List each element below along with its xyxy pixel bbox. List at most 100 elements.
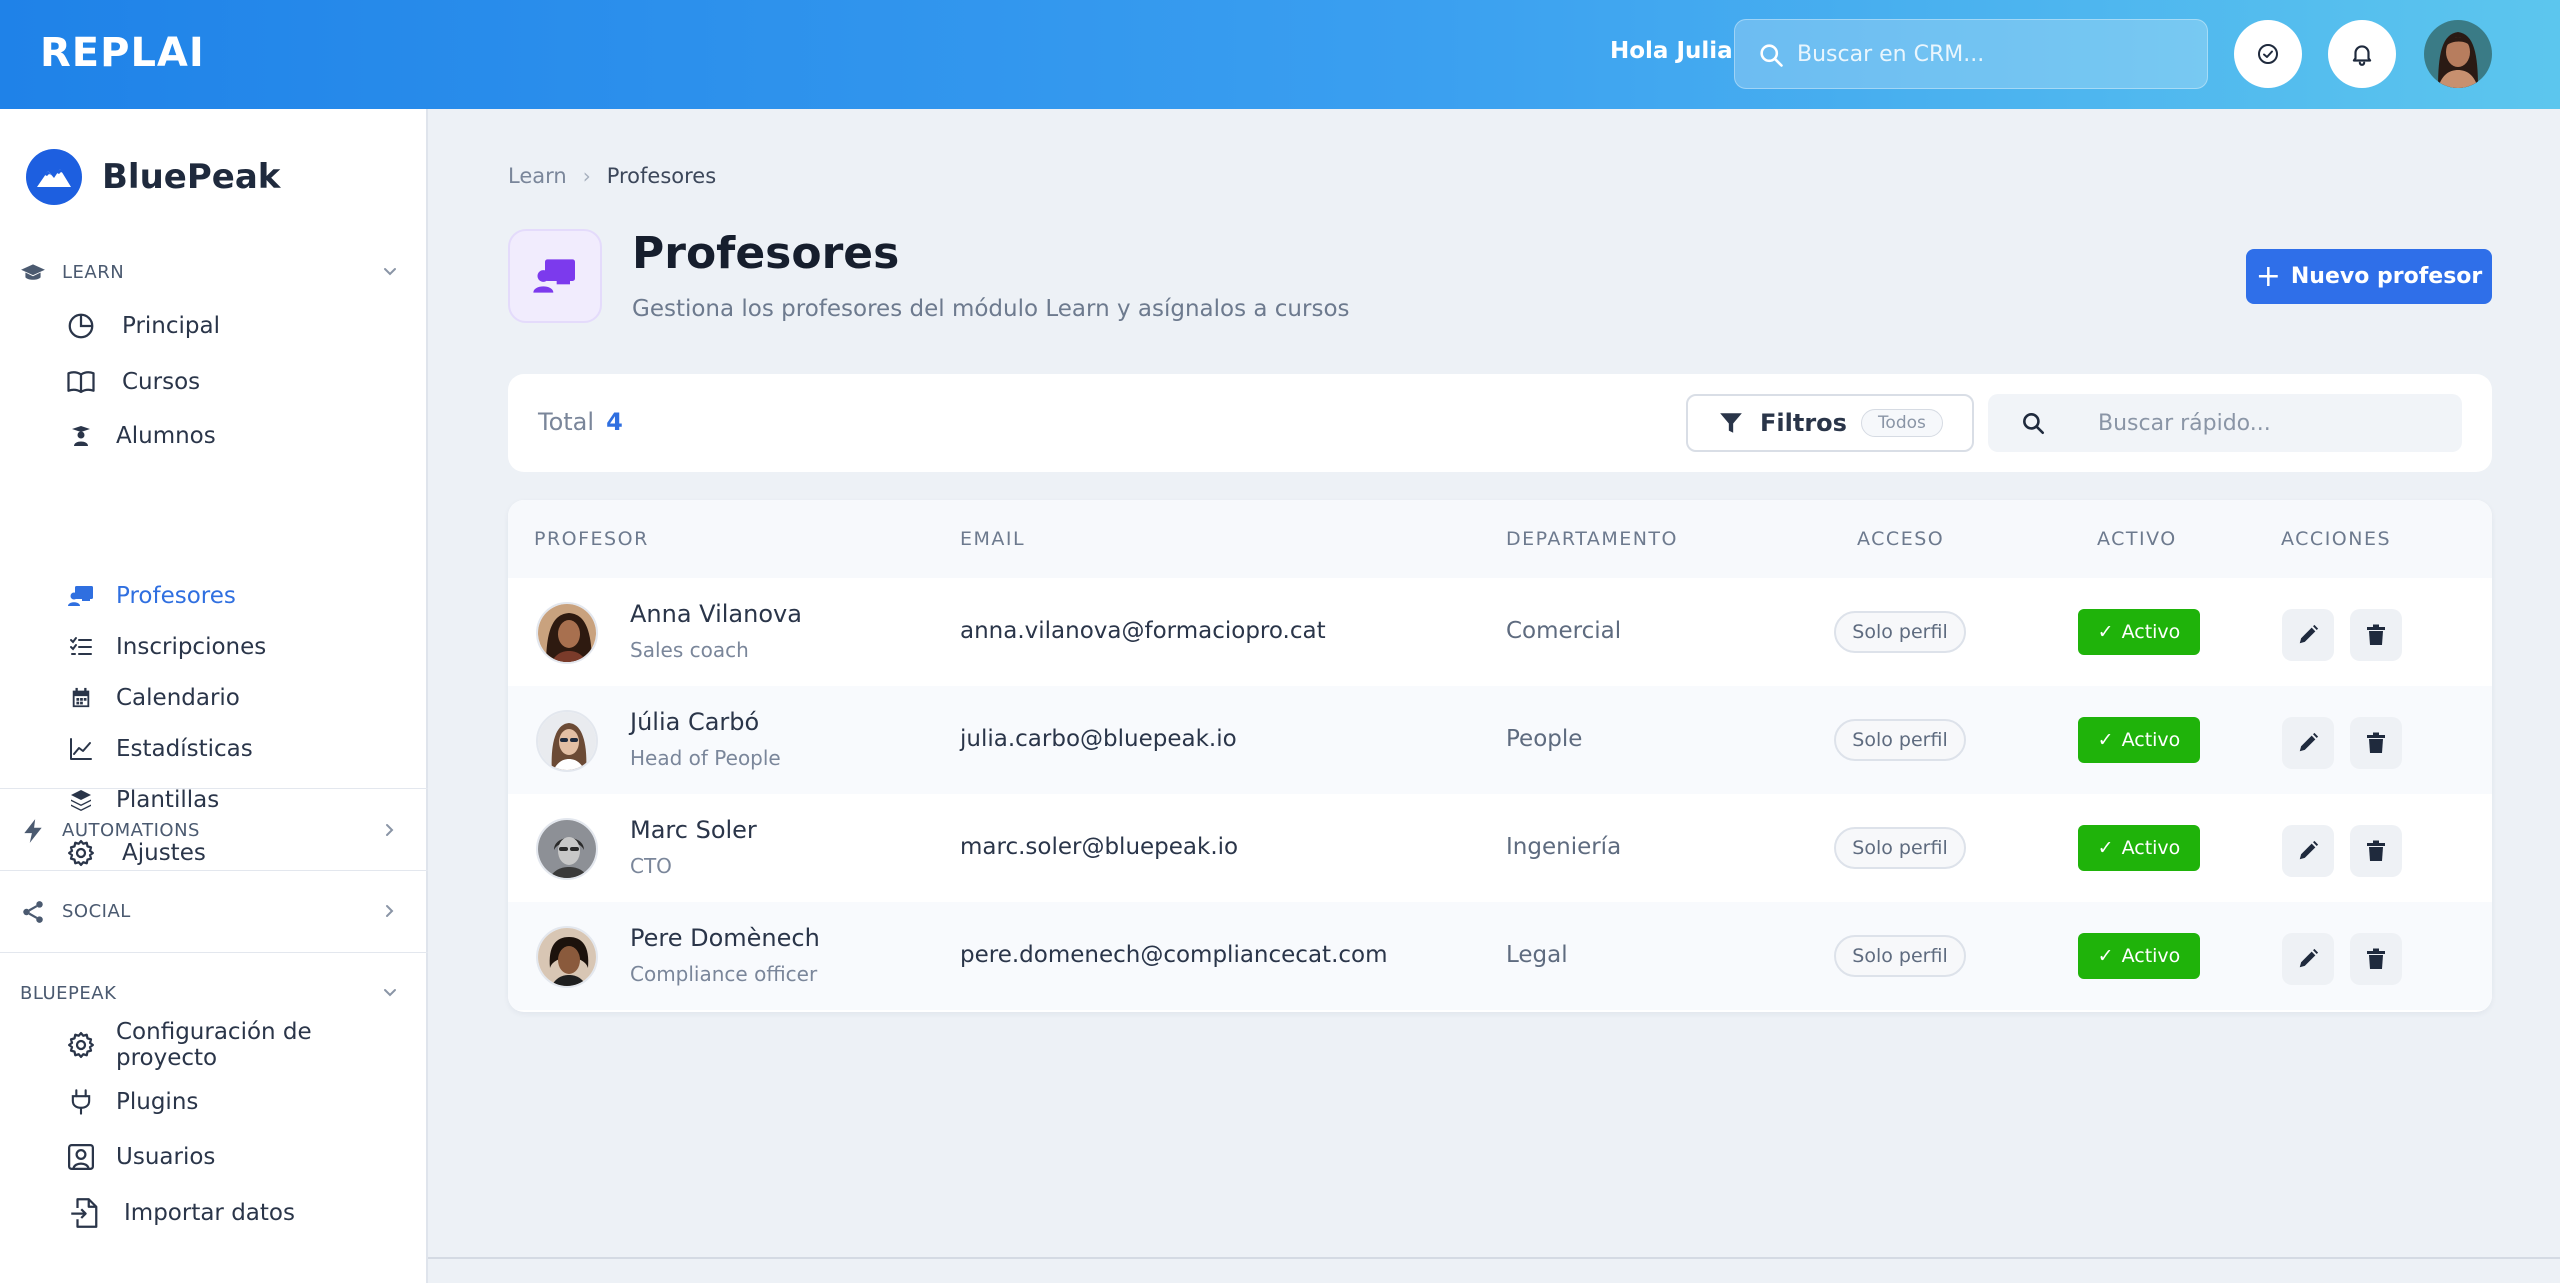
column-header-acceso[interactable]: ACCESO [1857,528,1944,550]
table-row[interactable]: Marc Soler CTO marc.soler@bluepeak.io In… [508,794,2492,902]
active-label: Activo [2121,729,2181,751]
sidebar-item-label: Calendario [116,685,240,711]
active-label: Activo [2121,621,2181,643]
filters-label: Filtros [1760,409,1847,437]
check-icon: ✓ [2097,837,2114,859]
file-import-icon [66,1198,104,1228]
sidebar-item-calendario[interactable]: Calendario [66,675,406,721]
table-row[interactable]: Júlia Carbó Head of People julia.carbo@b… [508,686,2492,794]
new-teacher-label: Nuevo profesor [2290,264,2483,289]
table-row[interactable]: Pere Domènech Compliance officer pere.do… [508,902,2492,1010]
pencil-icon [2299,840,2319,860]
page-title: Profesores [632,228,900,279]
teacher-email: anna.vilanova@formaciopro.cat [960,618,1326,644]
edit-button[interactable] [2282,609,2334,661]
quick-search-input[interactable] [2098,394,2448,452]
breadcrumb-learn[interactable]: Learn [508,164,567,188]
teacher-name: Anna Vilanova [630,600,802,628]
pie-chart-icon [66,311,96,341]
brand-logo [26,149,82,205]
user-avatar[interactable] [2424,20,2492,88]
sidebar-item-cursos[interactable]: Cursos [66,359,406,405]
sidebar-item-label: Importar datos [124,1200,295,1226]
greeting: Hola Julia [1610,38,1733,64]
trash-icon [2367,732,2385,753]
section-automations-label: AUTOMATIONS [62,820,200,841]
column-header-departamento[interactable]: DEPARTAMENTO [1506,528,1678,550]
column-header-acciones: ACCIONES [2281,528,2392,550]
chevron-right-icon [386,824,394,836]
sidebar-item-label: Principal [122,313,221,339]
access-badge: Solo perfil [1834,719,1966,761]
check-icon: ✓ [2097,621,2114,643]
table-row[interactable]: Anna Vilanova Sales coach anna.vilanova@… [508,578,2492,686]
delete-button[interactable] [2350,717,2402,769]
teacher-email: marc.soler@bluepeak.io [960,834,1239,860]
tasks-button[interactable] [2234,20,2302,88]
sidebar-item-estadisticas[interactable]: Estadísticas [66,726,406,772]
section-bluepeak[interactable]: BLUEPEAK [0,973,428,1013]
delete-button[interactable] [2350,609,2402,661]
teacher-role: CTO [630,854,672,878]
edit-button[interactable] [2282,933,2334,985]
crm-search-input[interactable] [1797,20,2197,88]
brand[interactable]: BluePeak [26,149,280,205]
quick-search-box[interactable] [1988,394,2462,452]
total-count: Total 4 [538,408,623,436]
chevron-right-icon: › [582,164,591,188]
chevron-down-icon [384,989,396,997]
bell-icon [2352,45,2372,66]
active-status-button[interactable]: ✓ Activo [2078,717,2200,763]
sidebar-item-principal[interactable]: Principal [66,303,406,349]
sidebar-item-plugins[interactable]: Plugins [66,1079,406,1125]
active-label: Activo [2121,945,2181,967]
sidebar-item-importar-datos[interactable]: Importar datos [66,1190,406,1236]
app-logo[interactable]: REPLAI [40,30,205,76]
sidebar-item-profesores[interactable]: Profesores [66,573,406,619]
teacher-department: Legal [1506,942,1568,968]
sidebar-item-label: Configuración de proyecto [116,1019,312,1071]
new-teacher-button[interactable]: + Nuevo profesor [2246,249,2492,304]
active-status-button[interactable]: ✓ Activo [2078,825,2200,871]
column-header-activo[interactable]: ACTIVO [2097,528,2177,550]
delete-button[interactable] [2350,825,2402,877]
section-social-label: SOCIAL [62,901,131,922]
column-header-profesor[interactable]: PROFESOR [534,528,649,550]
sidebar-item-inscripciones[interactable]: Inscripciones [66,624,406,670]
section-learn-label: LEARN [62,262,125,283]
section-automations[interactable]: AUTOMATIONS [0,810,428,850]
teacher-avatar [536,818,598,880]
brand-name: BluePeak [102,157,281,197]
edit-button[interactable] [2282,717,2334,769]
teacher-email: julia.carbo@bluepeak.io [960,726,1237,752]
active-status-button[interactable]: ✓ Activo [2078,609,2200,655]
trash-icon [2367,948,2385,969]
pencil-icon [2299,948,2319,968]
delete-button[interactable] [2350,933,2402,985]
total-value: 4 [606,408,623,436]
column-header-email[interactable]: EMAIL [960,528,1025,550]
filters-button[interactable]: Filtros Todos [1686,394,1974,452]
sidebar-item-usuarios[interactable]: Usuarios [66,1134,406,1180]
plug-icon [66,1087,96,1117]
teacher-department: People [1506,726,1583,752]
active-status-button[interactable]: ✓ Activo [2078,933,2200,979]
teacher-email: pere.domenech@compliancecat.com [960,942,1388,968]
graduation-cap-icon [21,264,45,280]
gear-icon [66,1030,96,1060]
section-social[interactable]: SOCIAL [0,891,428,931]
teacher-role: Compliance officer [630,962,818,986]
teacher-role: Head of People [630,746,781,770]
section-learn[interactable]: LEARN [0,252,428,292]
notifications-button[interactable] [2328,20,2396,88]
sidebar-item-configuracion-proyecto[interactable]: Configuración de proyecto [66,1019,406,1071]
teacher-name: Marc Soler [630,816,757,844]
filter-icon [1720,413,1742,433]
mountain-icon [37,169,71,187]
edit-button[interactable] [2282,825,2334,877]
teacher-avatar [536,710,598,772]
sidebar-item-alumnos[interactable]: Alumnos [66,413,406,459]
crm-search-box[interactable] [1734,19,2208,89]
trash-icon [2367,624,2385,645]
teacher-role: Sales coach [630,638,749,662]
